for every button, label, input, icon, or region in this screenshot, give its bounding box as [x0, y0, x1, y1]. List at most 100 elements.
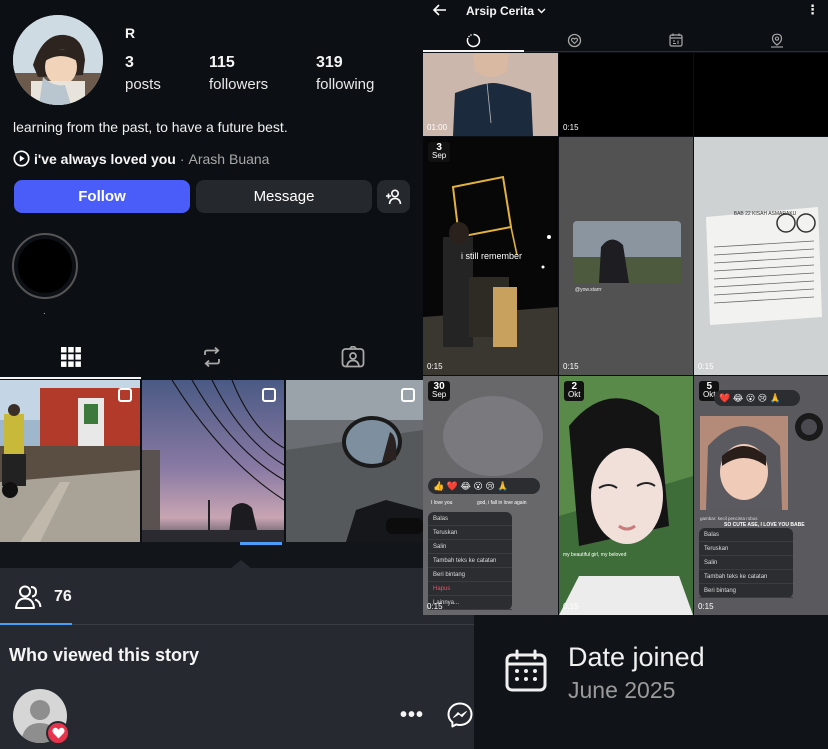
- archive-story[interactable]: 30 Sep 👍 ❤️ 😂 😮 😢 🙏 I love you god, i fal…: [423, 376, 558, 615]
- story-duration: 0:15: [427, 602, 443, 611]
- story-date-badge: 2 Okt: [564, 381, 585, 401]
- menu-item-forward[interactable]: Teruskan: [699, 542, 793, 556]
- chat-context-menu: Balas Teruskan Salin Tambah teks ke cata…: [428, 512, 512, 610]
- story-progress-indicator: [240, 542, 282, 545]
- archive-story[interactable]: 2 Okt my beautiful girl, my beloved 0:15: [559, 376, 693, 615]
- viewer-tab-underline: [0, 623, 72, 625]
- story-date-month: Sep: [432, 390, 447, 399]
- story-date-month: Okt: [568, 390, 581, 399]
- heart-circle-icon: [568, 33, 582, 47]
- profile-username: R: [125, 25, 136, 41]
- date-joined-panel: Date joined June 2025: [474, 615, 828, 749]
- tab-tagged[interactable]: [282, 335, 423, 379]
- tab-map[interactable]: [727, 28, 828, 52]
- viewers-people-icon: [15, 585, 42, 609]
- archive-more-icon[interactable]: ⋮: [806, 2, 819, 18]
- tab-calendar[interactable]: [626, 28, 727, 52]
- archive-story[interactable]: 5 Okt ❤️ 😂 😮 😢 🙏 gambar: kecil pencinta r…: [694, 376, 828, 615]
- more-options-icon[interactable]: •••: [400, 704, 424, 727]
- story-archive-pane: Arsip Cerita ⋮ 01:00 0:15 3 Sep i still …: [423, 0, 828, 615]
- liked-heart-badge: [46, 721, 70, 745]
- chevron-down-icon: [537, 8, 546, 14]
- date-joined-label: Date joined: [568, 642, 705, 672]
- archive-story[interactable]: 3 Sep i still remember 0:15: [423, 137, 558, 375]
- menu-item-star[interactable]: Beri bintang: [428, 568, 512, 582]
- tab-stories-archive[interactable]: [423, 28, 524, 52]
- stat-followers[interactable]: 115 followers: [209, 54, 268, 93]
- back-button[interactable]: [432, 2, 448, 23]
- archive-story[interactable]: 0:15: [559, 53, 693, 136]
- archive-story[interactable]: 01:00: [423, 53, 558, 136]
- profile-avatar[interactable]: [13, 15, 103, 105]
- add-person-icon: [385, 188, 401, 204]
- menu-item-add-note[interactable]: Tambah teks ke catatan: [699, 570, 793, 584]
- stat-posts-label: posts: [125, 76, 161, 93]
- chat-reply-text: gambar: kecil pencinta robus: [700, 516, 758, 521]
- story-duration: 0:15: [698, 602, 714, 611]
- calendar-icon: [669, 33, 683, 47]
- story-caption: my beautiful girl, my beloved: [563, 552, 627, 558]
- menu-item-copy[interactable]: Salin: [699, 556, 793, 570]
- menu-item-forward[interactable]: Teruskan: [428, 526, 512, 540]
- story-date-badge: 30 Sep: [428, 381, 451, 401]
- story-photo-child: [700, 416, 788, 510]
- stat-following[interactable]: 319 following: [316, 54, 374, 93]
- archive-title-dropdown[interactable]: Arsip Cerita: [466, 4, 546, 18]
- story-duration: 0:15: [563, 123, 579, 132]
- archive-story[interactable]: [694, 53, 828, 136]
- post-photo-street: [0, 380, 140, 542]
- archive-title: Arsip Cerita: [466, 4, 535, 18]
- story-text-overlay: BAB 22 KISAH ASMARAKU: [733, 211, 797, 217]
- tab-recap[interactable]: [524, 28, 625, 52]
- stat-posts[interactable]: 3 posts: [125, 54, 161, 93]
- profile-tabs: [0, 335, 423, 379]
- play-circle-icon: [13, 150, 30, 167]
- stat-followers-count: 115: [209, 54, 235, 71]
- archive-tabs: [423, 28, 828, 52]
- post-thumbnail[interactable]: [142, 379, 285, 542]
- profile-bio: learning from the past, to have a future…: [13, 119, 288, 135]
- menu-item-star[interactable]: Beri bintang: [699, 584, 793, 598]
- post-thumbnail[interactable]: [286, 380, 423, 542]
- tab-indicator: [0, 377, 141, 379]
- tab-reposts[interactable]: [141, 335, 282, 379]
- chat-message-text: god, i fall in love again: [477, 500, 527, 506]
- chat-context-menu: Balas Teruskan Salin Tambah teks ke cata…: [699, 528, 793, 598]
- post-thumbnail[interactable]: [0, 380, 140, 542]
- messenger-send-button[interactable]: [446, 701, 474, 734]
- tab-posts-grid[interactable]: [0, 335, 141, 379]
- story-sticker: [795, 413, 823, 441]
- stat-posts-count: 3: [125, 54, 134, 71]
- archive-clock-icon: [466, 33, 481, 47]
- suggest-user-button[interactable]: [377, 180, 410, 213]
- post-photo-sky: [142, 379, 285, 542]
- stat-followers-label: followers: [209, 76, 269, 93]
- viewer-count[interactable]: 76: [14, 584, 72, 610]
- location-pin-icon: [771, 33, 784, 48]
- multi-post-icon: [262, 388, 276, 402]
- story-highlight[interactable]: [12, 233, 78, 299]
- message-button[interactable]: Message: [196, 180, 372, 213]
- archive-story[interactable]: BAB 22 KISAH ASMARAKU 0:15: [694, 137, 828, 375]
- heart-icon: [51, 727, 65, 739]
- stat-following-label: following: [316, 76, 375, 93]
- reaction-bar[interactable]: ❤️ 😂 😮 😢 🙏: [714, 390, 800, 406]
- viewers-title: Who viewed this story: [9, 645, 200, 665]
- profile-pane: R 3 posts 115 followers 319 following le…: [0, 0, 423, 568]
- chat-reply-text: I love you: [431, 500, 453, 506]
- profile-music[interactable]: i've always loved you · Arash Buana: [13, 150, 269, 167]
- music-song: i've always loved you: [34, 150, 176, 167]
- menu-item-reply[interactable]: Balas: [699, 528, 793, 542]
- follow-button[interactable]: Follow: [14, 180, 190, 213]
- reaction-bar[interactable]: 👍 ❤️ 😂 😮 😢 🙏: [428, 478, 540, 494]
- menu-item-add-note[interactable]: Tambah teks ke catatan: [428, 554, 512, 568]
- menu-item-reply[interactable]: Balas: [428, 512, 512, 526]
- menu-item-delete[interactable]: Hapus: [428, 582, 512, 596]
- story-photo-grass: [559, 137, 693, 375]
- music-artist: Arash Buana: [188, 150, 270, 167]
- archive-story[interactable]: @yow.starrr 0:15: [559, 137, 693, 375]
- menu-item-copy[interactable]: Salin: [428, 540, 512, 554]
- story-date-month: Sep: [432, 151, 447, 160]
- repost-icon: [203, 346, 220, 368]
- grid-icon: [60, 347, 81, 367]
